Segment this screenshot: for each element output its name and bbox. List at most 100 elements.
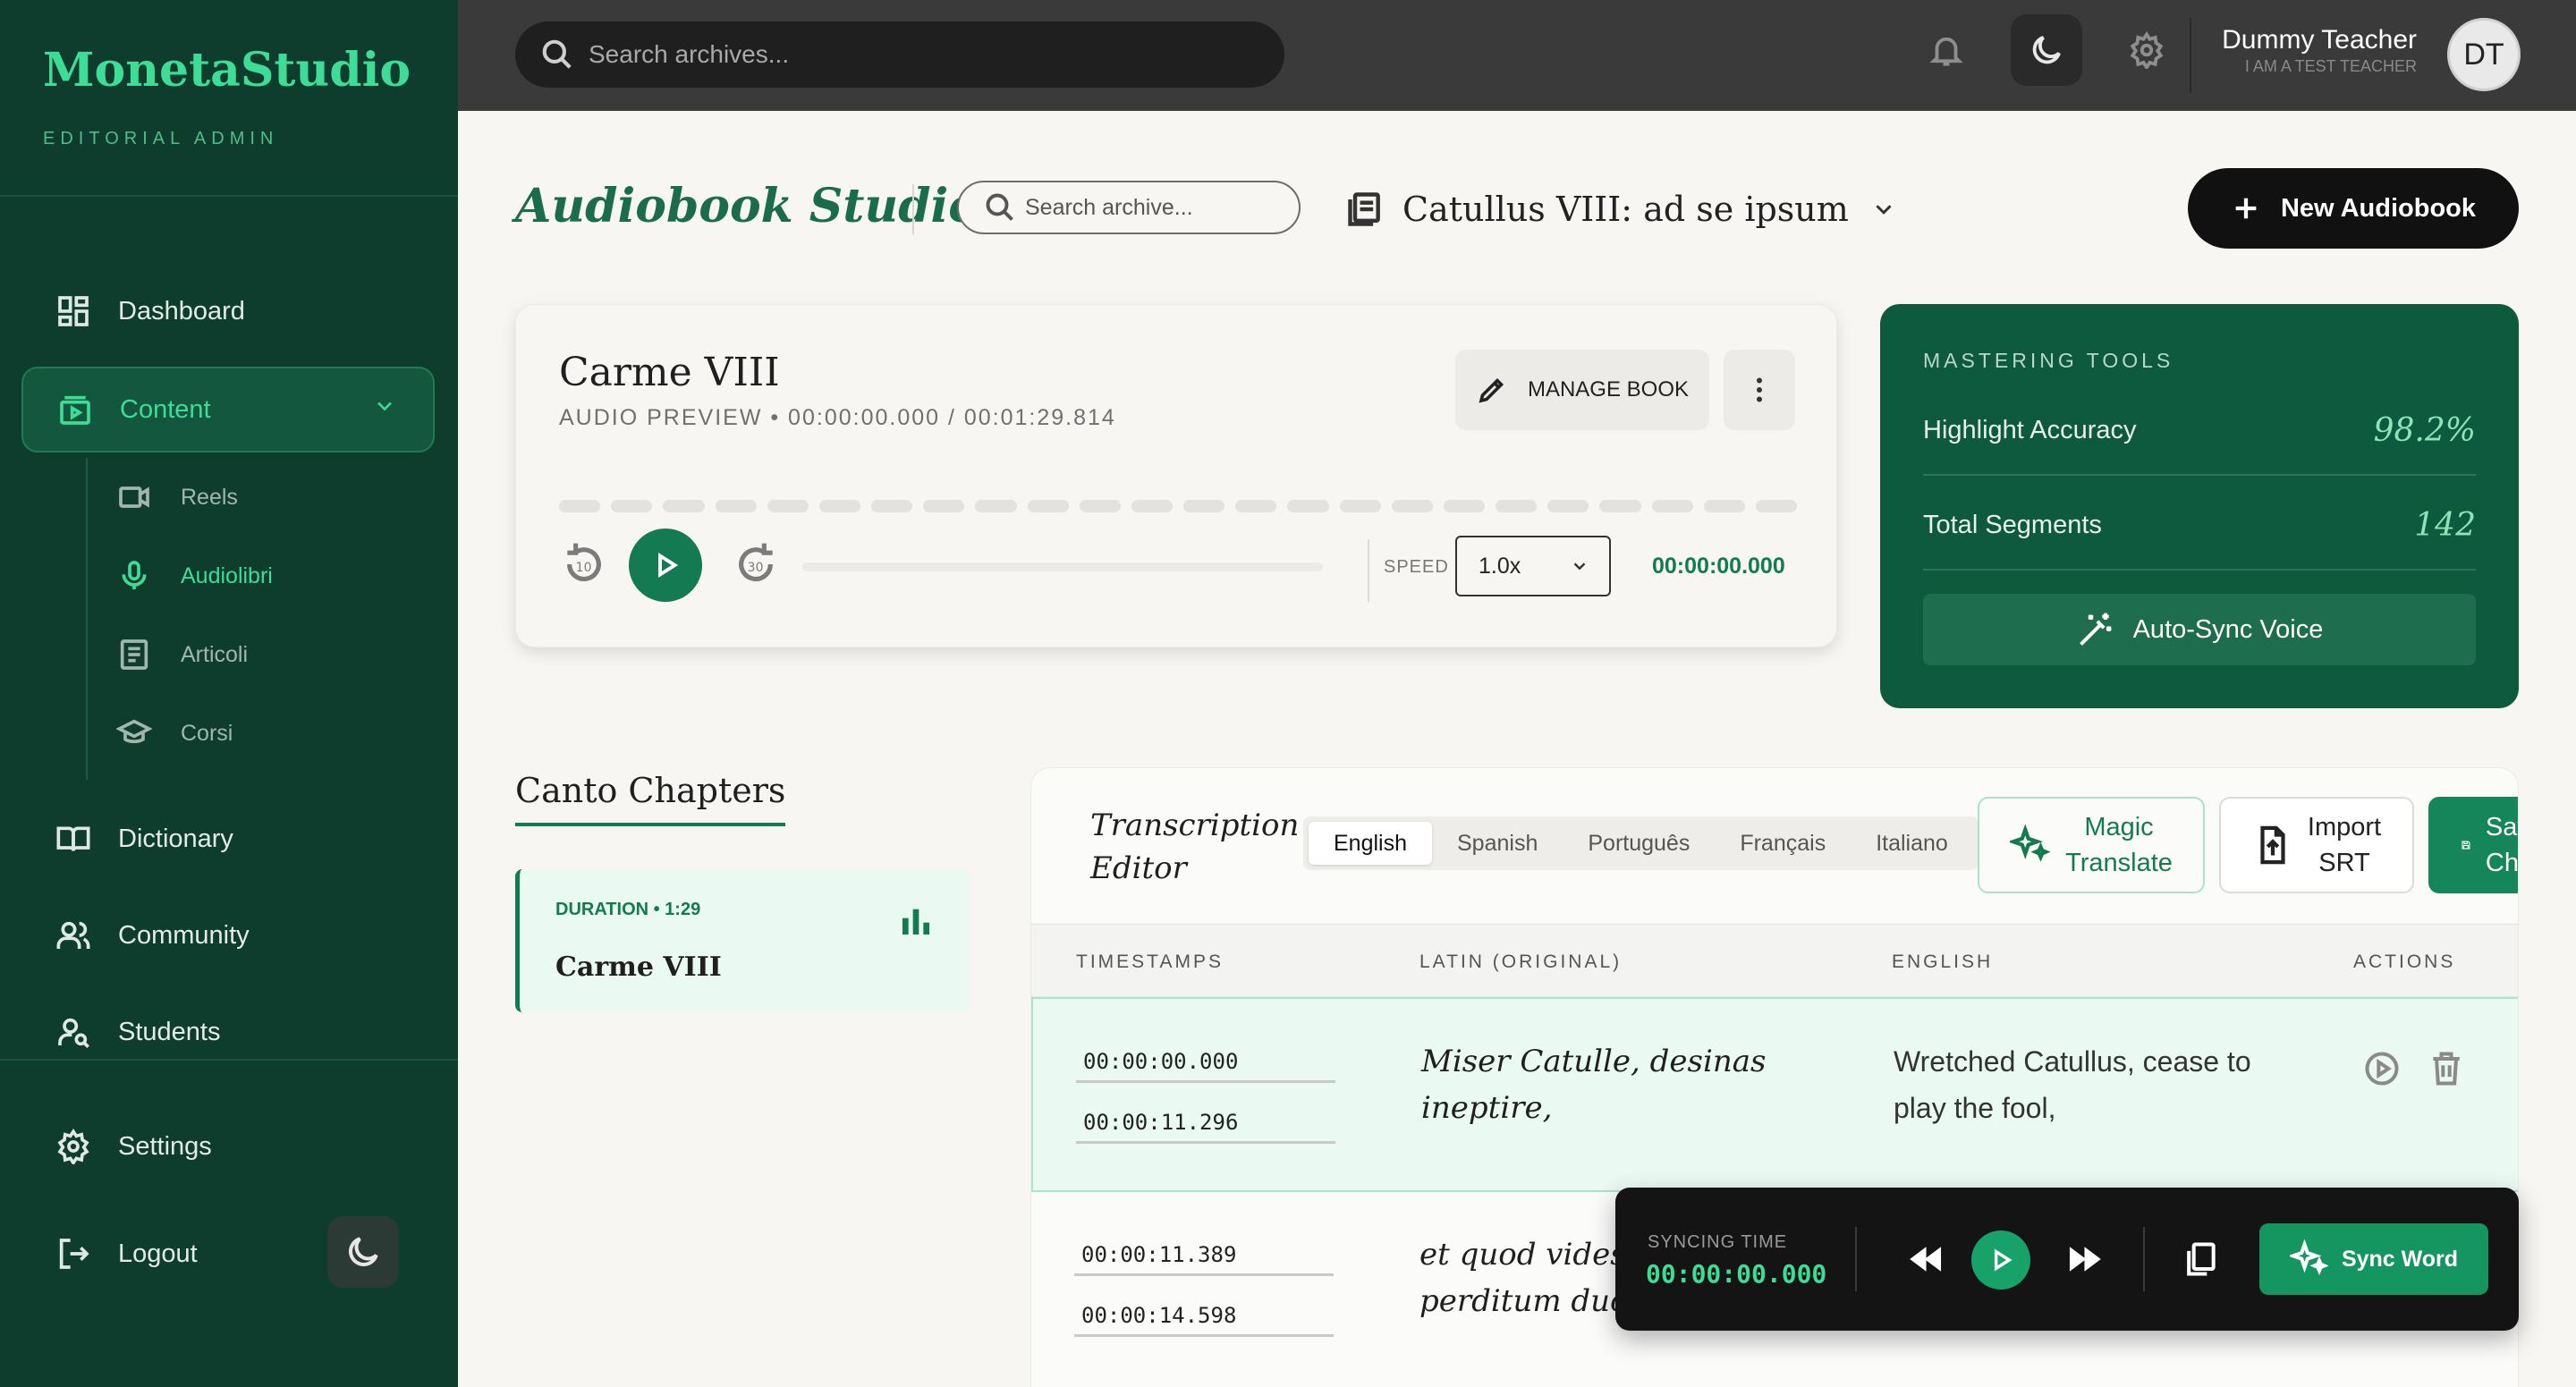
theme-toggle-button[interactable] xyxy=(327,1216,399,1288)
sync-time: 00:00:00.000 xyxy=(1646,1259,1827,1289)
language-tabs: English Spanish Português Français Itali… xyxy=(1303,816,1979,870)
tab-italian[interactable]: Italiano xyxy=(1851,822,1973,865)
controls-divider xyxy=(1368,539,1369,602)
start-timestamp-input[interactable]: 00:00:11.389 xyxy=(1074,1231,1334,1276)
toolbar-divider xyxy=(2143,1227,2145,1291)
rewind-button[interactable] xyxy=(1900,1232,1953,1286)
manage-book-button[interactable]: MANAGE BOOK xyxy=(1455,350,1709,430)
archive-search-input[interactable]: Search archive... xyxy=(957,181,1301,234)
subitem-label: Corsi xyxy=(181,720,233,746)
editor-title-line: Transcription xyxy=(1090,808,1300,843)
sidebar-subitem-audiolibri[interactable]: Audiolibri xyxy=(116,549,273,603)
total-segments-row: Total Segments 142 xyxy=(1923,481,2476,571)
user-name: Dummy Teacher xyxy=(2222,25,2417,55)
new-audiobook-button[interactable]: New Audiobook xyxy=(2188,168,2519,249)
save-changes-button[interactable]: Save Changes xyxy=(2428,797,2518,893)
more-options-button[interactable] xyxy=(1724,350,1795,430)
copy-button[interactable] xyxy=(2174,1232,2227,1286)
fast-forward-button[interactable] xyxy=(2057,1232,2111,1286)
tab-french[interactable]: Français xyxy=(1715,822,1851,865)
sidebar-item-label: Content xyxy=(120,394,211,424)
waveform[interactable] xyxy=(559,500,1798,512)
play-button[interactable] xyxy=(629,529,702,602)
sidebar-subitem-articoli[interactable]: Articoli xyxy=(116,628,248,681)
search-icon xyxy=(986,193,1013,221)
notifications-button[interactable] xyxy=(1911,14,1982,86)
sidebar-item-community[interactable]: Community xyxy=(21,892,435,978)
avatar[interactable]: DT xyxy=(2447,18,2521,91)
rewind-icon xyxy=(1910,1247,1942,1272)
more-vertical-icon xyxy=(1757,377,1762,402)
sidebar-item-label: Settings xyxy=(118,1131,212,1161)
sidebar-item-dashboard[interactable]: Dashboard xyxy=(21,268,435,354)
metric-label: Highlight Accuracy xyxy=(1923,415,2137,444)
sidebar-item-students[interactable]: Students xyxy=(21,989,435,1075)
fast-forward-icon xyxy=(2069,1247,2101,1272)
archive-search-placeholder: Search archive... xyxy=(1025,194,1193,220)
column-header: ACTIONS xyxy=(2353,951,2456,972)
delete-segment-button[interactable] xyxy=(2427,1049,2470,1092)
rewind-10-button[interactable]: 10 xyxy=(559,539,609,589)
book-icon xyxy=(54,819,93,858)
import-srt-button[interactable]: Import SRT xyxy=(2219,797,2414,893)
button-label: Save xyxy=(2485,813,2518,842)
metric-label: Total Segments xyxy=(1923,510,2102,539)
sync-play-button[interactable] xyxy=(1971,1231,2030,1290)
moon-icon xyxy=(348,1237,378,1267)
video-icon xyxy=(119,486,149,508)
tab-portuguese[interactable]: Português xyxy=(1563,822,1715,865)
button-label: Magic xyxy=(2084,813,2154,842)
sidebar-divider xyxy=(0,195,458,197)
sidebar-subitem-corsi[interactable]: Corsi xyxy=(116,706,233,760)
speed-select[interactable]: 1.0x xyxy=(1455,536,1611,596)
content-icon xyxy=(55,390,95,429)
sidebar-item-content[interactable]: Content xyxy=(21,367,435,452)
magic-translate-button[interactable]: Magic Translate xyxy=(1978,797,2205,893)
sidebar-item-label: Dashboard xyxy=(118,296,245,326)
sidebar-subitem-reels[interactable]: Reels xyxy=(116,470,238,524)
sidebar-item-settings[interactable]: Settings xyxy=(21,1104,435,1189)
global-search-input[interactable]: Search archives... xyxy=(515,21,1284,88)
sidebar-item-label: Community xyxy=(118,920,250,950)
book-selector[interactable]: Catullus VIII: ad se ipsum xyxy=(1345,182,1897,236)
header-divider xyxy=(912,184,914,234)
sync-word-label: Sync Word xyxy=(2341,1246,2459,1272)
table-row[interactable]: 00:00:00.000 00:00:11.296 Miser Catulle,… xyxy=(1031,997,2518,1192)
sync-word-button[interactable]: Sync Word xyxy=(2259,1223,2488,1295)
dark-mode-button[interactable] xyxy=(2011,14,2082,86)
play-icon xyxy=(1994,1248,2012,1272)
button-label: Translate xyxy=(2065,849,2173,877)
new-audiobook-label: New Audiobook xyxy=(2280,193,2477,223)
gear-icon xyxy=(54,1127,93,1166)
sidebar-item-dictionary[interactable]: Dictionary xyxy=(21,796,435,882)
start-timestamp-input[interactable]: 00:00:00.000 xyxy=(1076,1038,1335,1083)
latin-text[interactable]: Miser Catulle, desinas ineptire, xyxy=(1421,1038,1806,1131)
tab-english[interactable]: English xyxy=(1309,822,1432,865)
chevron-down-icon xyxy=(1876,205,1892,215)
sparkles-icon xyxy=(2010,825,2051,862)
editor-title: Transcription Editor xyxy=(1090,804,1299,890)
pencil-icon xyxy=(1479,377,1504,403)
end-timestamp-input[interactable]: 00:00:11.296 xyxy=(1076,1099,1335,1144)
play-segment-button[interactable] xyxy=(2362,1049,2405,1092)
graduation-cap-icon xyxy=(116,719,152,743)
save-icon xyxy=(2462,841,2470,850)
chapter-item[interactable]: DURATION • 1:29 Carme VIII xyxy=(515,869,970,1012)
english-text[interactable]: Wretched Catullus, cease to play the foo… xyxy=(1894,1038,2305,1131)
highlight-accuracy-row: Highlight Accuracy 98.2% xyxy=(1923,386,2476,476)
sidebar-item-label: Dictionary xyxy=(118,824,233,853)
auto-sync-voice-button[interactable]: Auto-Sync Voice xyxy=(1923,594,2476,665)
seek-track[interactable] xyxy=(802,562,1323,571)
column-header: TIMESTAMPS xyxy=(1076,951,1224,972)
document-icon xyxy=(1348,192,1380,226)
settings-button[interactable] xyxy=(2111,14,2182,86)
current-time: 00:00:00.000 xyxy=(1652,554,1785,579)
tab-spanish[interactable]: Spanish xyxy=(1432,822,1563,865)
dashboard-icon xyxy=(54,292,93,331)
end-timestamp-input[interactable]: 00:00:14.598 xyxy=(1074,1292,1334,1337)
forward-30-button[interactable]: 30 xyxy=(731,539,781,589)
submenu-line xyxy=(86,458,88,780)
top-bar: Search archives... Dummy Teacher I AM A … xyxy=(458,0,2576,111)
chevron-down-icon xyxy=(1573,562,1586,571)
copy-icon xyxy=(2187,1242,2216,1276)
